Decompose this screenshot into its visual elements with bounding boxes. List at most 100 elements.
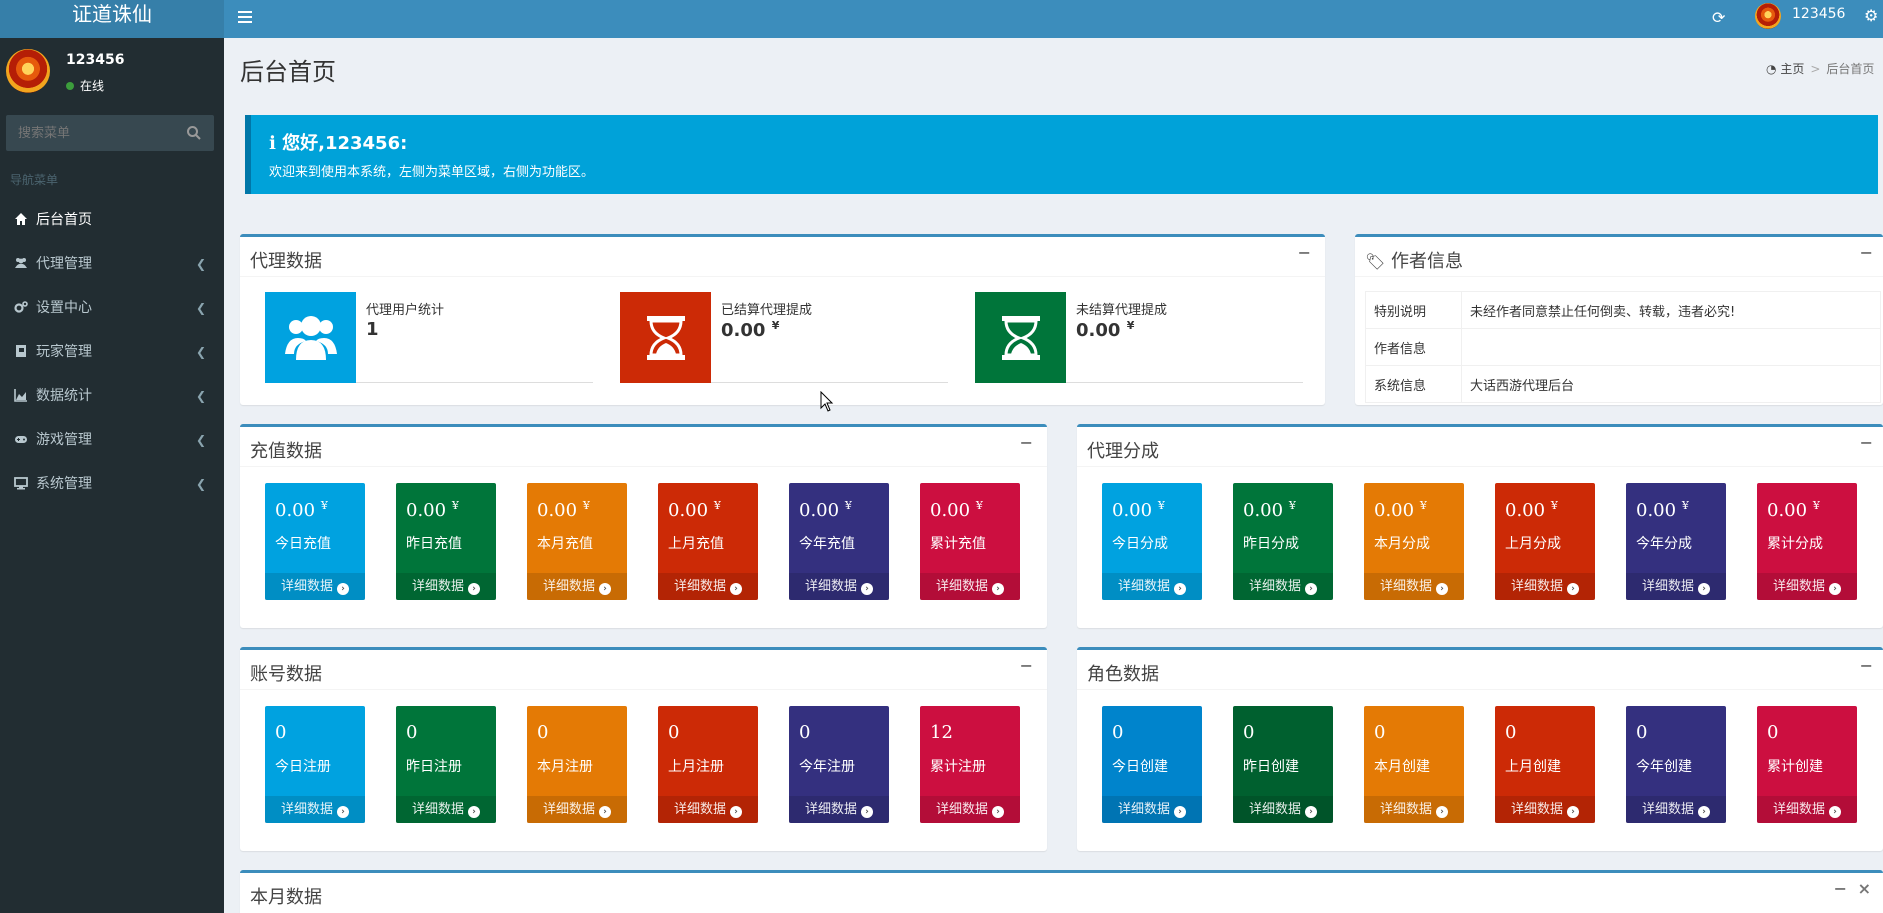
more-info-link[interactable]: 详细数据 ›: [1364, 796, 1464, 823]
collapse-icon[interactable]: −: [1020, 656, 1033, 675]
more-info-link[interactable]: 详细数据 ›: [1757, 796, 1857, 823]
more-info-link[interactable]: 详细数据 ›: [1102, 796, 1202, 823]
collapse-icon[interactable]: −: [1860, 656, 1873, 675]
home-icon: [15, 213, 27, 225]
more-info-link[interactable]: 详细数据 ›: [1102, 573, 1202, 600]
area-chart-icon: [14, 389, 27, 402]
refresh-icon[interactable]: ⟳: [1712, 8, 1725, 27]
box-title: 账号数据: [250, 664, 322, 685]
search-input[interactable]: [6, 115, 176, 151]
table-cell-value: 大话西游代理后台: [1461, 365, 1881, 403]
sidebar-search: [6, 115, 214, 151]
small-box-year-create: 0 今年创建 详细数据 ›: [1626, 706, 1726, 823]
chevron-left-icon: ❮: [195, 389, 206, 403]
more-info-link[interactable]: 详细数据 ›: [527, 796, 627, 823]
more-info-link[interactable]: 详细数据 ›: [1233, 573, 1333, 600]
table-row: 系统信息 大话西游代理后台: [1365, 365, 1881, 403]
small-box-last-month-register: 0 上月注册 详细数据 ›: [658, 706, 758, 823]
breadcrumb-home[interactable]: 主页: [1780, 62, 1804, 76]
table-cell-value: [1461, 328, 1881, 366]
sidebar-toggle-icon[interactable]: [238, 8, 258, 30]
more-info-link[interactable]: 详细数据 ›: [1495, 573, 1595, 600]
sidebar-item-settings[interactable]: 设置中心 ❮: [0, 286, 224, 330]
hourglass-icon: [1001, 315, 1040, 360]
collapse-icon[interactable]: −: [1834, 879, 1847, 898]
chevron-left-icon: ❮: [195, 257, 206, 271]
sidebar-item-players[interactable]: 玩家管理 ❮: [0, 330, 224, 374]
more-info-link[interactable]: 详细数据 ›: [920, 573, 1020, 600]
small-box-month-create: 0 本月创建 详细数据 ›: [1364, 706, 1464, 823]
info-box-value: 1: [366, 319, 379, 340]
gears-icon: [14, 301, 28, 313]
users-icon: [15, 258, 27, 268]
tag-icon: 🏷: [1365, 252, 1386, 271]
small-box-today-create: 0 今日创建 详细数据 ›: [1102, 706, 1202, 823]
sidebar-item-agent[interactable]: 代理管理 ❮: [0, 242, 224, 286]
collapse-icon[interactable]: −: [1020, 433, 1033, 452]
more-info-link[interactable]: 详细数据 ›: [1757, 573, 1857, 600]
info-box-icon: [620, 292, 711, 383]
search-icon[interactable]: [186, 125, 202, 141]
more-info-link[interactable]: 详细数据 ›: [658, 796, 758, 823]
agent-data-box: 代理数据 − 代理用户统计 1 已结算代理提成 0.00 ¥ 未结算代理提成 0…: [240, 234, 1325, 405]
more-info-link[interactable]: 详细数据 ›: [527, 573, 627, 600]
sidebar-item-label: 系统管理: [36, 476, 92, 492]
sidebar-item-label: 游戏管理: [36, 432, 92, 448]
small-box-today-recharge: 0.00 ¥ 今日充值 详细数据 ›: [265, 483, 365, 600]
arrow-circle-right-icon: ›: [730, 583, 742, 595]
sidebar-item-games[interactable]: 游戏管理 ❮: [0, 418, 224, 462]
topbar-username[interactable]: 123456: [1792, 6, 1845, 22]
more-info-link[interactable]: 详细数据 ›: [658, 573, 758, 600]
box-header: 账号数据 −: [240, 650, 1047, 690]
box-header: 充值数据 −: [240, 427, 1047, 467]
sidebar-item-statistics[interactable]: 数据统计 ❮: [0, 374, 224, 418]
more-info-link[interactable]: 详细数据 ›: [1495, 796, 1595, 823]
box-title: 🏷 作者信息: [1365, 251, 1464, 272]
sidebar-item-label: 后台首页: [36, 212, 92, 228]
arrow-circle-right-icon: ›: [337, 583, 349, 595]
more-info-link[interactable]: 详细数据 ›: [789, 796, 889, 823]
more-info-link[interactable]: 详细数据 ›: [1626, 796, 1726, 823]
more-info-link[interactable]: 详细数据 ›: [1233, 796, 1333, 823]
user-name: 123456: [66, 52, 125, 68]
arrow-circle-right-icon: ›: [992, 806, 1004, 818]
collapse-icon[interactable]: −: [1298, 243, 1311, 262]
more-info-link[interactable]: 详细数据 ›: [1626, 573, 1726, 600]
small-box-today-register: 0 今日注册 详细数据 ›: [265, 706, 365, 823]
sidebar-item-home[interactable]: 后台首页: [0, 198, 224, 242]
recharge-data-box: 充值数据 − 0.00 ¥ 今日充值 详细数据 › 0.00 ¥ 昨日充值 详细数据 › 0…: [240, 424, 1047, 628]
arrow-circle-right-icon: ›: [1436, 806, 1448, 818]
app-logo[interactable]: 证道诛仙: [0, 0, 224, 38]
agent-share-box: 代理分成 − 0.00 ¥ 今日分成 详细数据 › 0.00 ¥ 昨日分成 详细数据 › 0…: [1077, 424, 1883, 628]
more-info-link[interactable]: 详细数据 ›: [396, 796, 496, 823]
info-box-value: 0.00 ¥: [1076, 319, 1135, 341]
small-box-month-recharge: 0.00 ¥ 本月充值 详细数据 ›: [527, 483, 627, 600]
small-box-yesterday-share: 0.00 ¥ 昨日分成 详细数据 ›: [1233, 483, 1333, 600]
small-box-total-share: 0.00 ¥ 累计分成 详细数据 ›: [1757, 483, 1857, 600]
sidebar-item-system[interactable]: 系统管理 ❮: [0, 462, 224, 506]
more-info-link[interactable]: 详细数据 ›: [1364, 573, 1464, 600]
callout-text: 欢迎来到使用本系统，左侧为菜单区域，右侧为功能区。: [269, 165, 595, 180]
small-box-year-recharge: 0.00 ¥ 今年充值 详细数据 ›: [789, 483, 889, 600]
gear-icon[interactable]: ⚙: [1864, 6, 1878, 25]
box-header: 🏷 作者信息 −: [1355, 237, 1883, 277]
sidebar-item-label: 设置中心: [36, 300, 92, 316]
collapse-icon[interactable]: −: [1860, 243, 1873, 262]
more-info-link[interactable]: 详细数据 ›: [920, 796, 1020, 823]
box-header: 代理分成 −: [1077, 427, 1883, 467]
table-row: 特别说明 未经作者同意禁止任何倒卖、转载，违者必究!: [1365, 291, 1881, 329]
arrow-circle-right-icon: ›: [1698, 806, 1710, 818]
small-box-today-share: 0.00 ¥ 今日分成 详细数据 ›: [1102, 483, 1202, 600]
more-info-link[interactable]: 详细数据 ›: [789, 573, 889, 600]
users-icon: [284, 315, 337, 360]
chevron-left-icon: ❮: [195, 345, 206, 359]
close-icon[interactable]: ×: [1858, 879, 1871, 898]
arrow-circle-right-icon: ›: [1829, 583, 1841, 595]
more-info-link[interactable]: 详细数据 ›: [265, 796, 365, 823]
more-info-link[interactable]: 详细数据 ›: [265, 573, 365, 600]
breadcrumb: ◔ 主页 > 后台首页: [1766, 62, 1875, 76]
collapse-icon[interactable]: −: [1860, 433, 1873, 452]
box-title: 本月数据: [250, 887, 322, 908]
topbar-avatar[interactable]: [1755, 3, 1781, 29]
more-info-link[interactable]: 详细数据 ›: [396, 573, 496, 600]
